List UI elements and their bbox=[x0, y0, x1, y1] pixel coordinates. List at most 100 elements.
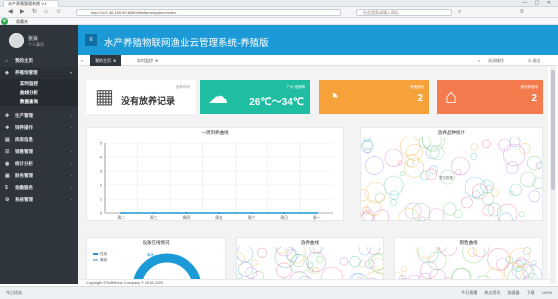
decorative-bubble bbox=[384, 148, 403, 167]
status-left[interactable]: 今日优选 bbox=[6, 287, 22, 299]
user-name[interactable]: 张会 bbox=[28, 35, 38, 42]
weather-card[interactable]: ☁ 广州 湿润晴 26℃～34℃ bbox=[200, 80, 310, 114]
y-tick-label: 5 bbox=[100, 141, 103, 146]
tabs-prev-button[interactable]: « bbox=[81, 55, 83, 66]
status-download[interactable]: 下载 bbox=[527, 290, 535, 295]
status-zoom[interactable]: 100% bbox=[542, 290, 552, 295]
sidebar-item-system[interactable]: ⚙ 系统管理 ‹ bbox=[0, 194, 78, 206]
exit-button[interactable]: ⏻ 退出 bbox=[528, 55, 540, 66]
decorative-bubble bbox=[528, 190, 541, 203]
decorative-bubble bbox=[518, 211, 525, 218]
x-tick-label: 周六 bbox=[248, 215, 256, 220]
y-tick-label: 3 bbox=[100, 169, 103, 174]
decorative-bubble bbox=[339, 257, 349, 266]
y-tick-label: 4 bbox=[100, 155, 103, 160]
sidebar-item-farm[interactable]: ◈ 养殖场管理 ▾ bbox=[0, 67, 78, 79]
farm-submenu: 实时监控 曲线分析 数据查询 bbox=[0, 79, 78, 106]
decorative-bubble bbox=[372, 257, 383, 270]
window-controls[interactable]: — ▢ ✕ bbox=[522, 0, 554, 7]
decorative-bubble bbox=[404, 157, 425, 178]
x-tick-label: 周日 bbox=[280, 215, 288, 220]
decorative-bubble bbox=[531, 260, 537, 266]
sidebar-item-production[interactable]: ✚ 生产管理 ‹ bbox=[0, 110, 78, 122]
sidebar-item-bank[interactable]: $ 金融服务 ‹ bbox=[0, 182, 78, 194]
forward-icon[interactable]: ▶ bbox=[20, 8, 25, 17]
avatar[interactable] bbox=[9, 33, 24, 48]
search-icon[interactable]: ⌕ bbox=[458, 8, 461, 17]
tab-monitor[interactable]: 实时监控 ⊗ bbox=[132, 55, 163, 66]
data-point bbox=[250, 212, 253, 214]
sidebar-item-feeding[interactable]: ❖ 饲养操作 ‹ bbox=[0, 122, 78, 134]
decorative-bubble bbox=[499, 212, 513, 221]
sidebar-item-label: 财务管理 bbox=[15, 173, 33, 178]
decorative-bubble bbox=[527, 155, 542, 171]
scrollbar-thumb[interactable] bbox=[551, 70, 555, 190]
sidebar-item-label: 生产管理 bbox=[15, 113, 33, 118]
refresh-icon[interactable]: ↻ bbox=[32, 8, 37, 17]
star-icon[interactable]: ☆ bbox=[56, 8, 61, 17]
decorative-bubble bbox=[400, 266, 407, 273]
decorative-bubble bbox=[496, 257, 509, 271]
sidebar-subitem-curve[interactable]: 曲线分析 bbox=[0, 88, 78, 97]
status-accelerator[interactable]: 加速器 bbox=[508, 290, 520, 295]
close-icon[interactable]: ⊗ bbox=[155, 58, 158, 63]
page-title: 水产养殖物联网渔业云管理系统-养殖版 bbox=[104, 38, 269, 49]
tabs-next-button[interactable]: » bbox=[478, 55, 480, 66]
sidebar-item-finance[interactable]: ▣ 财务管理 ‹ bbox=[0, 170, 78, 182]
content-scrollbar[interactable] bbox=[550, 66, 556, 284]
tab-home[interactable]: 我的主页 ⊗ bbox=[90, 55, 122, 66]
browser-tab[interactable]: 水产养殖管理系统 V.1 bbox=[3, 0, 59, 7]
footer: Copyright ©SoftStone Company © 2016-2020 bbox=[78, 279, 550, 286]
dashboard-content: ▦ 放养时间 没有放养记录 ☁ 广州 湿润晴 26℃～34℃ ◔ 养殖面积 2 … bbox=[78, 66, 548, 284]
bookmark-folder[interactable]: 收藏夹 bbox=[16, 19, 28, 24]
url-input[interactable]: http://101.46.165.90:8080/fishfarm/syste… bbox=[76, 9, 341, 16]
sidebar-item-label: 系统管理 bbox=[15, 197, 33, 202]
decorative-bubble bbox=[383, 175, 404, 196]
warehouse-icon: ▤ bbox=[5, 137, 10, 143]
species-title: 放养品种统计 bbox=[438, 130, 465, 135]
decorative-bubble bbox=[470, 152, 477, 160]
no-record-card: ▦ 放养时间 没有放养记录 bbox=[86, 80, 196, 114]
sidebar-item-label: 统计分析 bbox=[15, 161, 33, 166]
pond-card[interactable]: ⌂ 我的养殖场 2 bbox=[437, 80, 543, 114]
weather-value: 26℃～34℃ bbox=[249, 97, 304, 108]
sidebar-item-label: 我的主页 bbox=[15, 58, 33, 63]
settings-icon: ⚙ bbox=[5, 197, 10, 203]
status-live[interactable]: 今日直播 bbox=[461, 290, 477, 295]
x-tick-label: 周三 bbox=[150, 215, 158, 220]
area-card[interactable]: ◔ 养殖面积 2 bbox=[319, 80, 429, 114]
decorative-bubble bbox=[503, 143, 526, 167]
factory-icon: ✚ bbox=[5, 113, 10, 119]
data-point bbox=[120, 212, 123, 214]
close-ops-dropdown[interactable]: 关闭操作 bbox=[488, 55, 504, 66]
bookmark-bar: e 收藏夹 bbox=[0, 18, 558, 25]
search-input[interactable]: 在此搜索或输入网址 bbox=[356, 9, 452, 16]
decorative-bubble bbox=[470, 143, 479, 151]
decorative-bubble bbox=[390, 199, 397, 206]
home-nav-icon[interactable]: ⌂ bbox=[44, 8, 48, 17]
decorative-bubble bbox=[361, 189, 369, 202]
sidebar-subitem-monitor[interactable]: 实时监控 bbox=[0, 79, 78, 88]
decorative-bubble bbox=[510, 183, 523, 196]
close-icon[interactable]: ⊗ bbox=[113, 58, 116, 63]
user-role[interactable]: 个人事项 bbox=[28, 42, 44, 48]
sidebar-item-stats[interactable]: ◉ 统计分析 ‹ bbox=[0, 158, 78, 170]
y-tick-label: 0 bbox=[100, 211, 103, 216]
sidebar-item-warehouse[interactable]: ▤ 库房信息 bbox=[0, 134, 78, 146]
x-tick-label: 周二 bbox=[117, 215, 125, 220]
decorative-bubble bbox=[400, 171, 405, 177]
status-news[interactable]: 热点资讯 bbox=[484, 290, 500, 295]
menu-icon[interactable]: ≡ bbox=[520, 8, 524, 17]
menu-toggle-button[interactable]: ≡ bbox=[85, 34, 97, 46]
decorative-bubble bbox=[237, 261, 253, 277]
sidebar-item-home[interactable]: ⌂ 我的主页 bbox=[0, 55, 78, 67]
sidebar-item-label: 金融服务 bbox=[15, 185, 33, 190]
sidebar-item-sales[interactable]: ☰ 销售管理 ‹ bbox=[0, 146, 78, 158]
chevron-right-icon: ‹ bbox=[70, 113, 72, 118]
cloud-icon: ☁ bbox=[208, 86, 228, 108]
sidebar-subitem-query[interactable]: 数据查询 bbox=[0, 97, 78, 106]
stocking-panel: 放养曲线 bbox=[236, 237, 384, 284]
browser-statusbar: 今日优选 今日直播 热点资讯 加速器 下载 100% bbox=[0, 286, 558, 299]
back-icon[interactable]: ◀ bbox=[8, 8, 13, 17]
decorative-bubble bbox=[365, 156, 384, 175]
